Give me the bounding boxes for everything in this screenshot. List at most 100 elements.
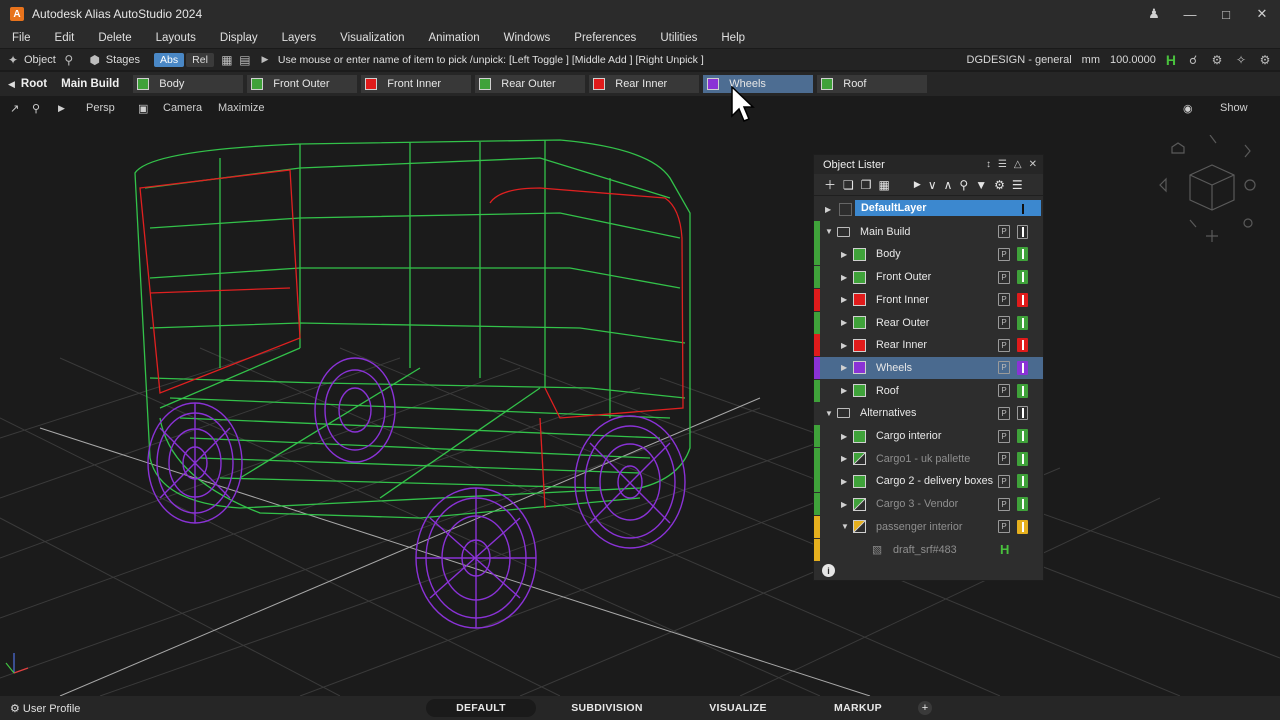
filter-icon[interactable]: ▼	[975, 178, 987, 192]
play-icon[interactable]: ▶	[258, 53, 272, 67]
visibility-toggle-icon[interactable]	[1017, 474, 1028, 489]
layer-tab-front-outer[interactable]: Front Outer	[247, 75, 358, 93]
magnet-icon[interactable]: ☌	[1186, 53, 1200, 67]
workspace-name[interactable]: DGDESIGN - general	[967, 54, 1072, 66]
layer-tab-roof[interactable]: Roof	[817, 75, 928, 93]
resize-icon[interactable]: ↕	[986, 159, 991, 170]
layer-color-swatch[interactable]	[853, 429, 866, 443]
lister-layer-row[interactable]: ▶ Front Inner P	[814, 288, 1043, 311]
layer-color-swatch[interactable]	[853, 497, 866, 511]
collapse-arrow-icon[interactable]: ▼	[825, 227, 833, 236]
layer-color-swatch[interactable]	[853, 247, 866, 261]
visibility-toggle-icon[interactable]	[1017, 360, 1028, 375]
maximize-icon[interactable]: □	[1208, 7, 1244, 22]
pickable-toggle[interactable]: P	[998, 293, 1010, 307]
menu-file[interactable]: File	[0, 32, 43, 44]
visibility-toggle-icon[interactable]	[1017, 247, 1028, 262]
visibility-toggle-icon[interactable]	[1017, 383, 1028, 398]
visibility-toggle-icon[interactable]	[1017, 224, 1028, 239]
grid-icon[interactable]: ▦	[220, 53, 234, 67]
user-profile-button[interactable]: ⚙ User Profile	[10, 702, 80, 715]
zoom-icon[interactable]: ⚲	[32, 102, 40, 115]
expand-arrow-icon[interactable]: ▶	[841, 295, 847, 304]
pickable-toggle[interactable]: P	[998, 225, 1010, 239]
pickable-toggle[interactable]: P	[998, 384, 1010, 398]
lister-layer-row[interactable]: ▼ passenger interior P	[814, 515, 1043, 538]
visibility-toggle-icon[interactable]	[1017, 315, 1028, 330]
pickable-toggle[interactable]: P	[998, 497, 1010, 511]
layer-color-swatch[interactable]	[853, 270, 866, 284]
visibility-toggle-icon[interactable]	[1017, 292, 1028, 307]
lister-layer-row[interactable]: ▶ Body P	[814, 243, 1043, 266]
pickable-toggle[interactable]: P	[998, 452, 1010, 466]
visibility-toggle-icon[interactable]	[1017, 519, 1028, 534]
view-cube-icon[interactable]	[1150, 134, 1270, 245]
layer-tab-front-inner[interactable]: Front Inner	[361, 75, 472, 93]
collapse-arrow-icon[interactable]: ▼	[841, 522, 849, 531]
view-menu-icon[interactable]: ▶	[58, 103, 65, 114]
layer-tab-rear-outer[interactable]: Rear Outer	[475, 75, 586, 93]
play-icon[interactable]: ▶	[914, 179, 921, 190]
menu-utilities[interactable]: Utilities	[648, 32, 709, 44]
close-icon[interactable]: ✕	[1244, 6, 1280, 22]
layer-color-swatch[interactable]	[853, 316, 866, 329]
prompt-line[interactable]: Use mouse or enter name of item to pick …	[278, 54, 704, 66]
lister-layer-row[interactable]: ▶ Front Outer P	[814, 266, 1043, 289]
lister-layer-row[interactable]: ▶ Cargo1 - uk pallette P	[814, 447, 1043, 470]
layer-color-swatch[interactable]	[479, 78, 492, 90]
lister-layer-row[interactable]: ▶ Cargo interior P	[814, 425, 1043, 447]
layer-color-swatch[interactable]	[251, 78, 264, 90]
pickable-toggle[interactable]: P	[998, 429, 1010, 443]
pickable-toggle[interactable]: P	[998, 361, 1010, 375]
visibility-toggle-icon[interactable]	[1017, 429, 1028, 443]
units-label[interactable]: mm	[1082, 54, 1100, 66]
lister-folder-row[interactable]: ▼ Alternatives P	[814, 402, 1043, 424]
pickable-toggle[interactable]: P	[998, 474, 1010, 488]
lister-layer-row[interactable]: ▶ Cargo 3 - Vendor P	[814, 493, 1043, 516]
lister-layer-row[interactable]: ▧ draft_srf#483 H	[814, 538, 1043, 561]
pickable-toggle[interactable]: P	[998, 247, 1010, 261]
object-pick-mode[interactable]: ✦ Object ⚲	[0, 53, 82, 67]
notes-icon[interactable]: ▤	[238, 53, 252, 67]
rel-button[interactable]: Rel	[186, 52, 214, 67]
lister-layer-row[interactable]: ▶ Rear Outer P	[814, 311, 1043, 334]
menu-animation[interactable]: Animation	[417, 32, 492, 44]
expand-down-icon[interactable]: ∨	[928, 178, 937, 192]
menu-edit[interactable]: Edit	[43, 32, 87, 44]
collapse-up-icon[interactable]: ∧	[944, 178, 953, 192]
expand-arrow-icon[interactable]: ▶	[841, 477, 847, 486]
visibility-toggle-icon[interactable]	[1017, 270, 1028, 285]
expand-arrow-icon[interactable]: ▶	[841, 273, 847, 282]
persp-label[interactable]: Persp	[86, 102, 115, 114]
menu-layouts[interactable]: Layouts	[144, 32, 208, 44]
lister-layer-row[interactable]: ▶ DefaultLayer	[814, 198, 1043, 220]
pickable-toggle[interactable]: P	[998, 316, 1010, 329]
pickable-toggle[interactable]: P	[998, 520, 1010, 534]
layer-color-swatch[interactable]	[821, 78, 834, 90]
lister-layer-row[interactable]: ▶ Wheels P	[814, 356, 1043, 379]
visibility-toggle-icon[interactable]	[1017, 338, 1028, 353]
layer-color-swatch[interactable]	[853, 338, 866, 352]
layer-color-swatch[interactable]	[853, 520, 866, 534]
menu-icon[interactable]: ☰	[998, 159, 1007, 170]
camera-label[interactable]: Camera	[163, 102, 202, 114]
history-icon[interactable]: H	[1000, 542, 1009, 557]
info-icon[interactable]: i	[822, 564, 835, 577]
menu-layers[interactable]: Layers	[270, 32, 329, 44]
tab-default[interactable]: DEFAULT	[426, 699, 536, 717]
visibility-toggle-icon[interactable]	[1017, 497, 1028, 512]
layer-checkbox[interactable]	[839, 202, 852, 216]
stages-button[interactable]: ⬢ Stages	[82, 53, 146, 67]
search-icon[interactable]: ⚲	[959, 178, 968, 192]
history-icon[interactable]: H	[1166, 52, 1176, 68]
layer-color-swatch[interactable]	[853, 452, 866, 466]
collapse-arrow-icon[interactable]: ▼	[825, 409, 833, 418]
view-cube[interactable]	[1150, 134, 1270, 248]
expand-arrow-icon[interactable]: ▶	[841, 500, 847, 509]
collapse-icon[interactable]: △	[1014, 159, 1022, 170]
tab-markup[interactable]: MARKUP	[803, 699, 913, 717]
visibility-toggle-icon[interactable]	[1017, 406, 1028, 421]
trash-icon[interactable]: ▦	[879, 178, 890, 192]
abs-button[interactable]: Abs	[154, 52, 185, 67]
menu-help[interactable]: Help	[709, 32, 757, 44]
